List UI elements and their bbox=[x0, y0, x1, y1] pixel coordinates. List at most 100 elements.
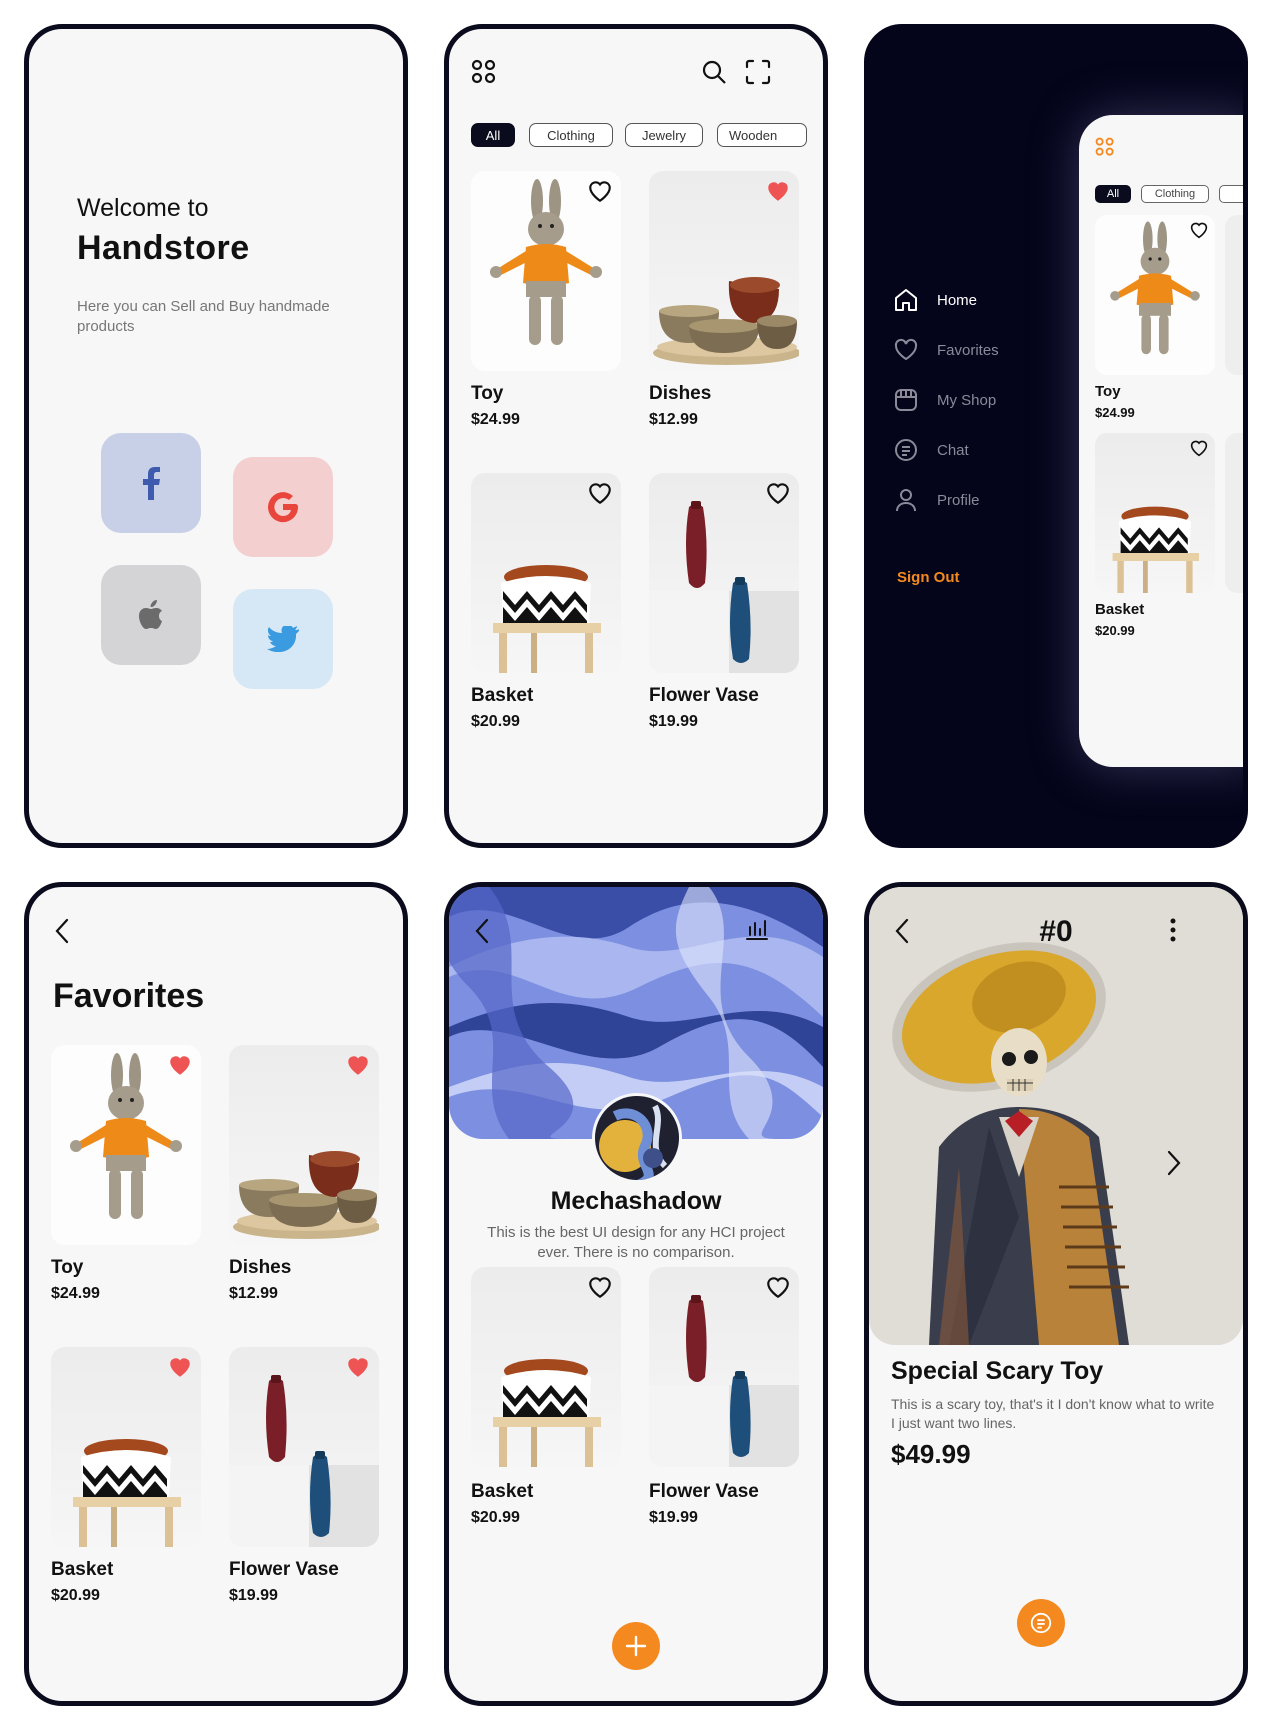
menu-item-label: Home bbox=[937, 291, 978, 309]
favorite-card-flower-vase[interactable] bbox=[229, 1347, 379, 1547]
chat-icon bbox=[1030, 1612, 1052, 1634]
heart-outline-icon[interactable] bbox=[587, 481, 613, 505]
heart-filled-icon[interactable] bbox=[167, 1053, 193, 1077]
menu-item-label: Chat bbox=[937, 441, 969, 459]
welcome-screen: Welcome to Handstore Here you can Sell a… bbox=[24, 24, 408, 848]
preview-card-basket bbox=[1095, 433, 1215, 593]
product-name: Dishes bbox=[649, 383, 712, 404]
heart-outline-icon[interactable] bbox=[765, 481, 791, 505]
home-icon bbox=[895, 289, 917, 311]
welcome-subtitle: Here you can Sell and Buy handmade produ… bbox=[77, 298, 330, 335]
product-card-dishes[interactable] bbox=[649, 171, 799, 371]
product-price: $24.99 bbox=[51, 1285, 100, 1302]
add-product-button[interactable] bbox=[612, 1622, 660, 1670]
category-chip-jewelry[interactable]: Jewelry bbox=[625, 123, 703, 147]
category-chip-clothing[interactable]: Clothing bbox=[529, 123, 613, 147]
product-name: Dishes bbox=[229, 1257, 292, 1278]
heart-filled-icon[interactable] bbox=[167, 1355, 193, 1379]
product-price: $49.99 bbox=[891, 1439, 971, 1469]
apple-login-button[interactable] bbox=[101, 565, 201, 665]
product-price: $19.99 bbox=[649, 713, 698, 730]
heart-outline-icon[interactable] bbox=[765, 1275, 791, 1299]
product-photo bbox=[869, 887, 1243, 1345]
product-price: $19.99 bbox=[649, 1509, 698, 1526]
preview-product-name: Toy bbox=[1095, 383, 1121, 400]
heart-icon bbox=[894, 338, 918, 361]
welcome-pre-title: Welcome to bbox=[77, 194, 209, 222]
product-name: Basket bbox=[471, 685, 534, 706]
product-price: $20.99 bbox=[51, 1587, 100, 1604]
facebook-icon bbox=[143, 467, 160, 500]
product-name: Flower Vase bbox=[649, 1481, 759, 1502]
apple-icon bbox=[139, 600, 162, 629]
avatar[interactable] bbox=[592, 1093, 682, 1183]
category-chip-partial bbox=[1219, 185, 1243, 203]
back-arrow-icon[interactable] bbox=[53, 917, 71, 945]
product-price: $20.99 bbox=[471, 713, 520, 730]
preview-card-toy bbox=[1095, 215, 1215, 375]
product-name: Flower Vase bbox=[649, 685, 759, 706]
user-icon bbox=[896, 489, 916, 512]
twitter-login-button[interactable] bbox=[233, 589, 333, 689]
favorites-screen: Favorites Toy $24.99 Dishes $12.99 Baske… bbox=[24, 882, 408, 1706]
side-menu-screen: Home Favorites My Shop Chat Profile Sign… bbox=[864, 24, 1248, 848]
product-name: Toy bbox=[51, 1257, 84, 1278]
twitter-icon bbox=[267, 626, 299, 652]
heart-outline-icon[interactable] bbox=[587, 179, 613, 203]
heart-filled-icon[interactable] bbox=[765, 179, 791, 203]
favorite-card-dishes[interactable] bbox=[229, 1045, 379, 1245]
grid-menu-icon[interactable] bbox=[471, 59, 497, 85]
product-name: Flower Vase bbox=[229, 1559, 339, 1580]
back-arrow-icon[interactable] bbox=[473, 917, 491, 945]
product-price: $24.99 bbox=[471, 411, 520, 428]
preview-card-partial bbox=[1225, 433, 1243, 593]
favorite-card-basket[interactable] bbox=[51, 1347, 201, 1547]
shop-icon bbox=[895, 389, 917, 411]
grid-menu-icon bbox=[1095, 137, 1114, 156]
product-description: This is a scary toy, that's it I don't k… bbox=[891, 1396, 1215, 1431]
facebook-login-button[interactable] bbox=[101, 433, 201, 533]
app-title: Handstore bbox=[77, 229, 250, 267]
google-login-button[interactable] bbox=[233, 457, 333, 557]
heart-outline-icon[interactable] bbox=[587, 1275, 613, 1299]
page-title: Favorites bbox=[53, 977, 205, 1015]
product-name: Toy bbox=[471, 383, 504, 404]
menu-item-chat[interactable]: Chat bbox=[893, 435, 969, 465]
menu-item-favorites[interactable]: Favorites bbox=[893, 335, 999, 365]
next-image-arrow-icon[interactable] bbox=[1165, 1149, 1183, 1177]
category-chip-wooden[interactable]: Wooden bbox=[717, 123, 807, 147]
menu-item-home[interactable]: Home bbox=[893, 285, 977, 315]
home-preview-panel[interactable]: All Clothing Toy $24.99 Basket $20.99 bbox=[1079, 115, 1243, 767]
product-card-basket[interactable] bbox=[471, 1267, 621, 1467]
menu-item-profile[interactable]: Profile bbox=[893, 485, 980, 515]
category-chip-all: All bbox=[1095, 185, 1131, 203]
heart-filled-icon[interactable] bbox=[345, 1053, 371, 1077]
search-icon[interactable] bbox=[701, 59, 727, 85]
product-card-basket[interactable] bbox=[471, 473, 621, 673]
menu-item-label: Profile bbox=[937, 491, 980, 509]
menu-item-label: Favorites bbox=[937, 341, 999, 359]
category-chip-all[interactable]: All bbox=[471, 123, 515, 147]
favorite-card-toy[interactable] bbox=[51, 1045, 201, 1245]
preview-product-price: $20.99 bbox=[1095, 623, 1135, 638]
chat-icon bbox=[895, 439, 917, 461]
user-bio: This is the best UI design for any HCI p… bbox=[487, 1224, 785, 1261]
heart-filled-icon[interactable] bbox=[345, 1355, 371, 1379]
sign-out-link[interactable]: Sign Out bbox=[897, 569, 960, 586]
product-price: $12.99 bbox=[229, 1285, 278, 1302]
product-card-flower-vase[interactable] bbox=[649, 1267, 799, 1467]
scan-icon[interactable] bbox=[745, 59, 771, 85]
home-screen: All Clothing Jewelry Wooden Toy $24.99 D… bbox=[444, 24, 828, 848]
category-chip-clothing: Clothing bbox=[1141, 185, 1209, 203]
plus-icon bbox=[625, 1635, 647, 1657]
chat-seller-button[interactable] bbox=[1017, 1599, 1065, 1647]
product-card-flower-vase[interactable] bbox=[649, 473, 799, 673]
product-card-toy[interactable] bbox=[471, 171, 621, 371]
product-name: Basket bbox=[51, 1559, 114, 1580]
preview-product-price: $24.99 bbox=[1095, 405, 1135, 420]
product-title: Special Scary Toy bbox=[891, 1357, 1104, 1385]
stats-icon[interactable] bbox=[745, 919, 769, 941]
menu-item-my-shop[interactable]: My Shop bbox=[893, 385, 996, 415]
more-options-icon[interactable] bbox=[1169, 917, 1177, 943]
profile-screen: Mechashadow This is the best UI design f… bbox=[444, 882, 828, 1706]
